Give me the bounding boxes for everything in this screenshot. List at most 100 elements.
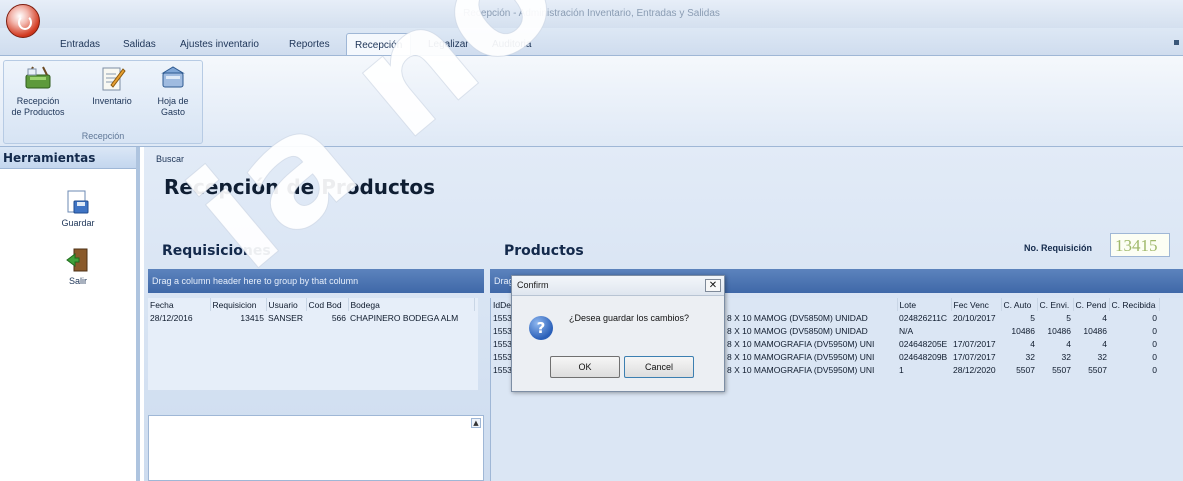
col-requisicion[interactable]: Requisicion: [210, 298, 267, 311]
col-bodega[interactable]: Bodega: [348, 298, 475, 311]
basket-icon: [23, 63, 53, 93]
dialog-title[interactable]: Confirm: [512, 276, 724, 296]
cell-c-pend: 4: [1102, 312, 1107, 323]
col-c-recibida[interactable]: C. Recibida: [1109, 298, 1160, 311]
tab-recepcion[interactable]: Recepción: [346, 33, 412, 57]
cell-cod-bod: 566: [331, 312, 346, 323]
salir-label: Salir: [68, 276, 87, 286]
buscar-label[interactable]: Buscar: [156, 154, 184, 164]
cell-c-envi: 4: [1066, 338, 1071, 349]
requisiciones-notes-box[interactable]: ▲: [148, 415, 484, 481]
hoja-gasto-label-1: Hoja de: [157, 96, 189, 106]
requisiciones-header-row: Fecha Requisicion Usuario Cod Bod Bodega: [148, 298, 475, 311]
requisiciones-group-hint[interactable]: Drag a column header here to group by th…: [148, 269, 484, 293]
recepcion-productos-label-2: de Productos: [11, 107, 65, 117]
cell-c-pend: 10486: [1083, 325, 1107, 336]
cell-fec-venc: 20/10/2017: [953, 312, 996, 323]
cell-c-envi: 5507: [1052, 364, 1071, 375]
cell-fecha: 28/12/2016: [150, 312, 193, 323]
application-menu-button[interactable]: [6, 4, 40, 38]
col-c-auto[interactable]: C. Auto: [1001, 298, 1038, 311]
cell-lote: 024648205E: [899, 338, 948, 349]
requisiciones-title: Requisiciones: [162, 243, 271, 259]
cell-c-auto: 10486: [1011, 325, 1035, 336]
tab-reportes[interactable]: Reportes: [289, 39, 330, 50]
col-fec-venc[interactable]: Fec Venc: [951, 298, 1002, 311]
cell-c-recibida: 0: [1152, 312, 1157, 323]
no-requisicion-label: No. Requisición: [1024, 243, 1093, 253]
ribbon-group-recepcion: Recepción de Productos Inventario Hoja d…: [3, 60, 203, 144]
ribbon-tab-row: Entradas Salidas Ajustes inventario Repo…: [0, 28, 1183, 57]
cancel-button[interactable]: Cancel: [624, 356, 694, 378]
cell-c-recibida: 0: [1152, 364, 1157, 375]
cell-c-envi: 5: [1066, 312, 1071, 323]
cell-c-pend: 32: [1097, 351, 1107, 362]
requisiciones-table: Fecha Requisicion Usuario Cod Bod Bodega…: [148, 298, 475, 324]
tab-ajustes-inventario[interactable]: Ajustes inventario: [180, 39, 259, 50]
col-lote[interactable]: Lote: [897, 298, 952, 311]
requisiciones-grid: Fecha Requisicion Usuario Cod Bod Bodega…: [148, 298, 478, 390]
hoja-gasto-button[interactable]: Hoja de Gasto: [148, 63, 198, 118]
salir-button[interactable]: Salir: [48, 247, 108, 286]
tab-auditoria[interactable]: Auditoria: [492, 39, 531, 50]
cell-c-recibida: 0: [1152, 351, 1157, 362]
cell-fec-venc: 17/07/2017: [953, 351, 996, 362]
exit-door-icon: [65, 247, 91, 273]
cell-lote: 1: [899, 364, 904, 375]
cell-c-auto: 5507: [1016, 364, 1035, 375]
page-title: Recepción de Productos: [164, 175, 436, 199]
cell-c-recibida: 0: [1152, 338, 1157, 349]
cell-lote: N/A: [899, 325, 914, 336]
cell-c-pend: 4: [1102, 338, 1107, 349]
cell-bodega: CHAPINERO BODEGA ALM: [350, 312, 459, 323]
col-fecha[interactable]: Fecha: [148, 298, 211, 311]
guardar-button[interactable]: Guardar: [48, 189, 108, 228]
ok-button[interactable]: OK: [550, 356, 620, 378]
title-bar: Recepción - Administración Inventario, E…: [0, 0, 1183, 28]
col-c-envi[interactable]: C. Envi.: [1037, 298, 1074, 311]
close-icon[interactable]: ✕: [705, 279, 721, 292]
basket-sheet-icon: [158, 63, 188, 93]
cell-fec-venc: 28/12/2020: [953, 364, 996, 375]
cell-fec-venc: [951, 324, 1001, 337]
col-c-pend[interactable]: C. Pend: [1073, 298, 1110, 311]
inventario-label: Inventario: [92, 96, 132, 106]
cell-c-pend: 5507: [1088, 364, 1107, 375]
clipboard-pencil-icon: [97, 63, 127, 93]
recepcion-productos-label-1: Recepción: [16, 96, 60, 106]
cell-c-envi: 10486: [1047, 325, 1071, 336]
no-requisicion-field[interactable]: 13415: [1110, 233, 1170, 257]
cell-usuario: SANSER: [268, 312, 303, 323]
cell-requisicion: 13415: [240, 312, 264, 323]
confirm-dialog: Confirm ✕ ? ¿Desea guardar los cambios? …: [511, 275, 725, 392]
ribbon-panel: Recepción de Productos Inventario Hoja d…: [0, 55, 1183, 147]
table-row[interactable]: 28/12/2016 13415 SANSER 566 CHAPINERO BO…: [148, 311, 474, 324]
tools-header: Herramientas: [0, 147, 136, 169]
cell-lote: 024826211C: [899, 312, 948, 323]
guardar-label: Guardar: [61, 218, 95, 228]
col-usuario[interactable]: Usuario: [266, 298, 307, 311]
tab-salidas[interactable]: Salidas: [123, 39, 156, 50]
hoja-gasto-label-2: Gasto: [160, 107, 185, 117]
ribbon-minimize-icon[interactable]: [1174, 40, 1179, 45]
cell-c-recibida: 0: [1152, 325, 1157, 336]
recepcion-productos-button[interactable]: Recepción de Productos: [8, 63, 68, 118]
question-icon: ?: [529, 316, 553, 340]
tab-entradas[interactable]: Entradas: [60, 39, 100, 50]
cell-c-auto: 4: [1030, 338, 1035, 349]
productos-title: Productos: [504, 243, 584, 259]
ribbon-group-label: Recepción: [81, 131, 125, 141]
inventario-button[interactable]: Inventario: [86, 63, 138, 107]
cell-c-envi: 32: [1061, 351, 1071, 362]
dialog-message: ¿Desea guardar los cambios?: [569, 313, 690, 323]
save-icon: [65, 189, 91, 215]
cell-c-auto: 32: [1025, 351, 1035, 362]
col-cod-bod[interactable]: Cod Bod: [306, 298, 349, 311]
cell-c-auto: 5: [1030, 312, 1035, 323]
window-title: Recepción - Administración Inventario, E…: [463, 8, 720, 19]
tab-legalizar[interactable]: Legalizar: [428, 39, 469, 50]
tools-pane: Herramientas Guardar Salir: [0, 147, 140, 481]
cell-lote: 024648209B: [899, 351, 948, 362]
cell-fec-venc: 17/07/2017: [953, 338, 996, 349]
scroll-up-icon[interactable]: ▲: [471, 418, 481, 428]
